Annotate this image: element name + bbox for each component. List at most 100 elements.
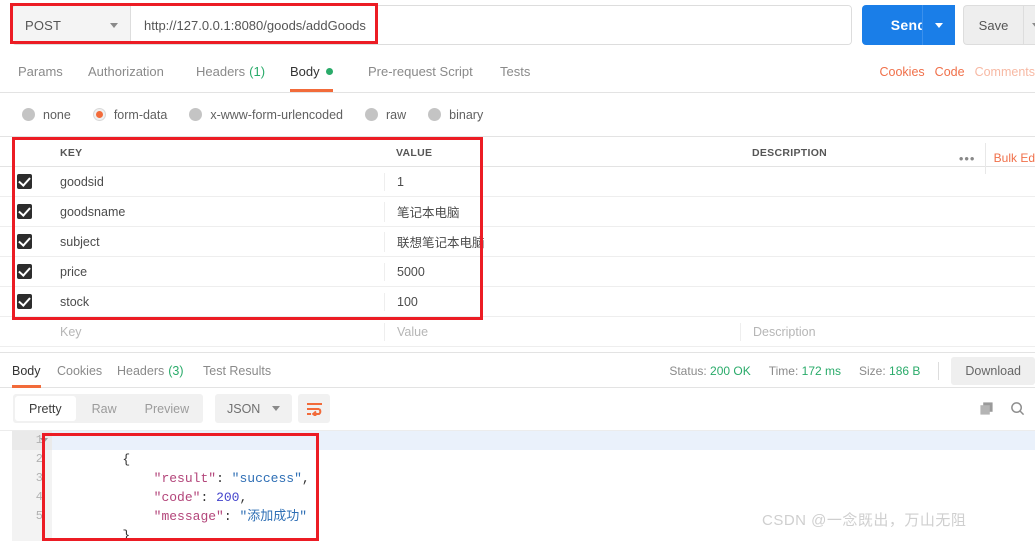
response-format-dropdown[interactable]: JSON	[215, 394, 293, 423]
table-row[interactable]: goodsid 1	[0, 167, 1035, 197]
body-mode-label: raw	[386, 107, 407, 122]
row-value-cell[interactable]: 联想笔记本电脑	[384, 231, 740, 252]
line-number-gutter: 1 2 3 4 5	[12, 431, 52, 541]
save-options-button[interactable]	[1023, 5, 1035, 45]
radio-icon	[428, 108, 442, 121]
chevron-down-icon	[935, 22, 943, 28]
request-tab-links: Cookies Code Comments	[880, 51, 1035, 92]
response-tab-headers[interactable]: Headers (3)	[117, 353, 184, 388]
url-input[interactable]: http://127.0.0.1:8080/goods/addGoods	[131, 6, 851, 44]
more-options-icon[interactable]: •••	[950, 142, 986, 174]
comments-link[interactable]: Comments	[975, 65, 1035, 79]
radio-icon	[189, 108, 203, 121]
row-key-text: goodsname	[60, 204, 126, 219]
row-checkbox-cell[interactable]	[0, 204, 48, 219]
row-key-text: subject	[60, 234, 100, 249]
status-label: Status:	[669, 363, 707, 378]
time-value: 172 ms	[801, 363, 842, 378]
form-data-table: KEY VALUE DESCRIPTION ••• Bulk Ed goodsi…	[0, 136, 1035, 347]
row-value-cell[interactable]: 笔记本电脑	[384, 201, 740, 222]
copy-icon[interactable]	[979, 401, 994, 416]
watermark-text: CSDN @一念既出，万山无阻	[762, 512, 967, 529]
row-key-cell[interactable]: stock	[48, 293, 384, 311]
body-mode-none[interactable]: none	[22, 108, 71, 122]
row-value-cell[interactable]: 100	[384, 292, 740, 311]
row-value-cell[interactable]: 5000	[384, 262, 740, 281]
row-key-cell[interactable]: goodsname	[48, 203, 384, 221]
row-key-cell[interactable]: goodsid	[48, 173, 384, 191]
body-mode-urlencoded[interactable]: x-www-form-urlencoded	[189, 108, 343, 122]
tab-tests[interactable]: Tests	[500, 51, 530, 92]
table-row[interactable]: goodsname 笔记本电脑	[0, 197, 1035, 227]
row-key-cell[interactable]: price	[48, 263, 384, 281]
tab-label: Cookies	[57, 363, 103, 378]
row-key-cell[interactable]: subject	[48, 233, 384, 251]
view-mode-preview[interactable]: Preview	[131, 394, 203, 423]
checkbox-checked-icon[interactable]	[16, 234, 32, 249]
table-row[interactable]: price 5000	[0, 257, 1035, 287]
body-mode-raw[interactable]: raw	[365, 108, 406, 122]
tab-label: Pre-request Script	[368, 64, 473, 79]
row-value-cell[interactable]: 1	[384, 172, 740, 191]
table-row[interactable]: stock 100	[0, 287, 1035, 317]
json-comma: ,	[301, 471, 310, 486]
row-value-text: 1	[397, 174, 404, 189]
row-checkbox-cell[interactable]	[0, 174, 48, 189]
placeholder-description-text: Description	[753, 324, 816, 339]
table-placeholder-row[interactable]: Key Value Description	[0, 317, 1035, 347]
placeholder-value-input[interactable]: Value	[384, 322, 740, 341]
row-value-text: 笔记本电脑	[397, 205, 460, 220]
row-value-text: 5000	[397, 264, 425, 279]
tab-body[interactable]: Body	[290, 51, 333, 92]
response-tab-cookies[interactable]: Cookies	[57, 353, 102, 388]
tab-headers[interactable]: Headers (1)	[196, 51, 265, 92]
body-mode-binary[interactable]: binary	[428, 108, 483, 122]
line-number: 4	[35, 490, 43, 504]
tab-pre-request-script[interactable]: Pre-request Script	[368, 51, 473, 92]
tab-label: Headers	[196, 64, 246, 79]
view-mode-segmented-control: Pretty Raw Preview	[13, 394, 204, 423]
response-tab-test-results[interactable]: Test Results	[203, 353, 271, 388]
checkbox-checked-icon[interactable]	[16, 174, 32, 189]
tab-label: Body	[12, 363, 41, 378]
code-fold-toggle-icon[interactable]	[40, 438, 48, 443]
row-checkbox-cell[interactable]	[0, 264, 48, 279]
body-mode-radio-group: none form-data x-www-form-urlencoded raw…	[0, 93, 1035, 136]
tab-params[interactable]: Params	[18, 51, 63, 92]
line-number: 3	[35, 471, 43, 485]
viewer-tool-icons	[979, 394, 1025, 423]
wrap-lines-button[interactable]	[298, 394, 330, 423]
search-icon[interactable]	[1010, 401, 1025, 416]
placeholder-description-input[interactable]: Description	[740, 322, 1035, 341]
download-button[interactable]: Download	[951, 356, 1035, 385]
bulk-edit-link[interactable]: Bulk Ed	[986, 151, 1035, 165]
table-header-actions: ••• Bulk Ed	[950, 142, 1035, 174]
checkbox-checked-icon[interactable]	[16, 204, 32, 219]
body-mode-label: binary	[449, 107, 484, 122]
body-mode-form-data[interactable]: form-data	[92, 108, 167, 122]
table-row[interactable]: subject 联想笔记本电脑	[0, 227, 1035, 257]
save-button[interactable]: Save	[963, 5, 1023, 45]
response-tab-body[interactable]: Body	[12, 353, 41, 388]
response-format-label: JSON	[227, 401, 261, 416]
tab-authorization[interactable]: Authorization	[88, 51, 164, 92]
json-key: "result"	[153, 471, 217, 486]
http-method-dropdown[interactable]: POST	[13, 6, 131, 44]
checkbox-checked-icon[interactable]	[16, 294, 32, 309]
status-indicator: Status: 200 OK	[669, 364, 750, 378]
row-checkbox-cell[interactable]	[0, 234, 48, 249]
placeholder-key-input[interactable]: Key	[48, 323, 384, 341]
cookies-link[interactable]: Cookies	[880, 65, 925, 79]
row-checkbox-cell[interactable]	[0, 294, 48, 309]
view-mode-raw[interactable]: Raw	[78, 394, 131, 423]
row-key-text: price	[60, 264, 88, 279]
radio-icon	[22, 108, 35, 121]
checkbox-checked-icon[interactable]	[16, 264, 32, 279]
size-indicator: Size: 186 B	[859, 364, 920, 378]
json-separator: :	[223, 509, 240, 524]
http-method-label: POST	[25, 17, 62, 33]
send-options-button[interactable]	[922, 5, 955, 45]
code-link[interactable]: Code	[935, 65, 965, 79]
header-value-cell: VALUE	[384, 143, 740, 161]
view-mode-pretty[interactable]: Pretty	[15, 396, 76, 421]
